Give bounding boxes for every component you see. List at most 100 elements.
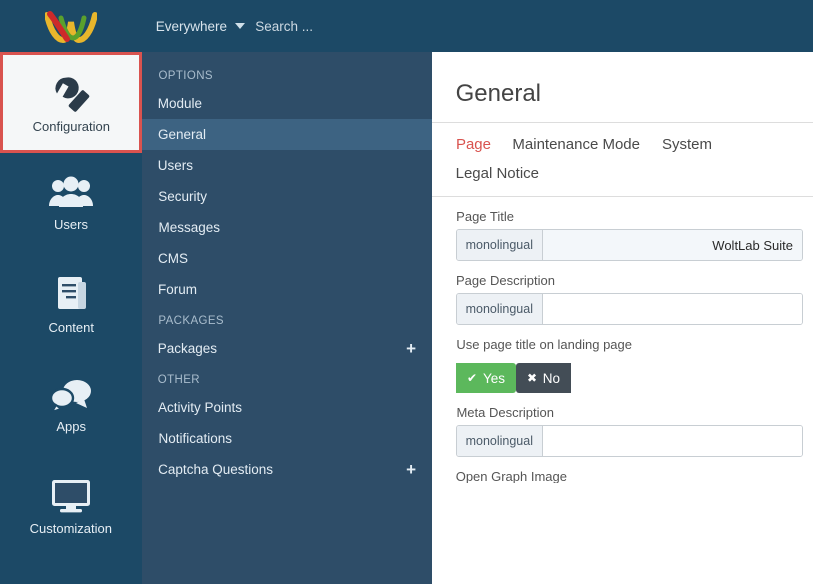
field-page-description-addon-text: monolingual <box>466 302 534 316</box>
page-title-text: General <box>456 80 542 107</box>
subnav-header-other: OTHER <box>142 364 432 392</box>
screenshot-root: Search ... Everywhere Configuration User… <box>0 0 813 584</box>
rail-item-users[interactable]: Users <box>0 153 142 254</box>
rail-item-customization[interactable]: Customization <box>0 456 142 557</box>
woltlab-logo-icon <box>45 11 97 43</box>
subnav-item-messages-label: Messages <box>158 220 220 235</box>
subnav-item-activity-points-label: Activity Points <box>158 400 243 415</box>
tab-page[interactable]: Page <box>456 131 491 160</box>
subnav-header-packages: PACKAGES <box>142 305 432 333</box>
field-page-description[interactable]: monolingual <box>456 293 803 325</box>
content-icon <box>58 276 86 309</box>
settings-form: Page Title monolingual WoltLab Suite Pag… <box>432 197 813 483</box>
subnav-header-other-label: OTHER <box>158 374 201 386</box>
subnav-item-notifications[interactable]: Notifications <box>142 423 432 454</box>
app-logo[interactable] <box>0 0 142 52</box>
users-icon <box>49 176 93 207</box>
rail-item-content[interactable]: Content <box>0 254 142 355</box>
field-meta-description[interactable]: monolingual <box>456 425 803 457</box>
secondary-nav: OPTIONS Module General Users Security Me… <box>142 52 432 584</box>
subnav-item-messages[interactable]: Messages <box>142 212 432 243</box>
field-page-title-input[interactable]: WoltLab Suite <box>543 230 802 260</box>
toggle-yes-button[interactable]: Yes ✔ <box>456 363 517 393</box>
subnav-row: Security <box>142 181 432 212</box>
tab-legal-notice[interactable]: Legal Notice <box>456 160 539 189</box>
rail-label-users: Users <box>54 216 88 232</box>
field-page-title[interactable]: monolingual WoltLab Suite <box>456 229 803 261</box>
search-input[interactable]: Search ... <box>245 0 405 52</box>
subnav-item-captcha-questions-label: Captcha Questions <box>158 462 273 477</box>
subnav-item-module[interactable]: Module <box>142 88 432 119</box>
subnav-item-users-label: Users <box>158 158 194 173</box>
field-label-use-page-title-text: Use page title on landing page <box>456 337 632 352</box>
subnav-item-cms-label: CMS <box>158 251 188 266</box>
subnav-row: Users <box>142 150 432 181</box>
subnav-item-notifications-label: Notifications <box>158 431 232 446</box>
tab-bar: System Maintenance Mode Page Legal Notic… <box>432 122 813 197</box>
subnav-row: Notifications <box>142 423 432 454</box>
rail-label-apps: Apps <box>56 418 86 434</box>
field-label-meta-description-text: Meta Description <box>456 405 554 420</box>
wrench-icon <box>55 76 90 112</box>
rail-label-configuration: Configuration <box>32 118 110 134</box>
rail-item-apps[interactable]: Apps <box>0 355 142 456</box>
subnav-item-module-label: Module <box>158 96 203 111</box>
field-page-title-value: WoltLab Suite <box>712 237 793 253</box>
chevron-down-icon <box>235 23 246 29</box>
subnav-item-security-label: Security <box>158 189 207 204</box>
content-panel: General System Maintenance Mode Page Leg… <box>432 52 813 584</box>
field-label-open-graph-image: Open Graph Image <box>456 457 803 483</box>
main-nav-rail: Configuration Users Content Apps Customi… <box>0 52 142 584</box>
subnav-header-packages-label: PACKAGES <box>158 315 224 327</box>
subnav-item-general-label: General <box>158 127 207 142</box>
field-page-description-addon[interactable]: monolingual <box>457 294 544 324</box>
subnav-item-captcha-questions[interactable]: + Captcha Questions <box>142 454 432 485</box>
subnav-item-packages[interactable]: + Packages <box>142 333 432 364</box>
search-placeholder-text: Search ... <box>255 18 314 34</box>
field-label-use-page-title: Use page title on landing page <box>456 325 803 357</box>
subnav-item-users[interactable]: Users <box>142 150 432 181</box>
field-meta-description-input[interactable] <box>543 426 802 456</box>
rail-item-configuration[interactable]: Configuration <box>0 52 142 153</box>
subnav-item-forum-label: Forum <box>158 282 198 297</box>
field-page-title-addon[interactable]: monolingual <box>457 230 544 260</box>
toggle-no-label: No <box>543 370 561 386</box>
subnav-item-forum[interactable]: Forum <box>142 274 432 305</box>
field-label-page-description: Page Description <box>456 261 803 293</box>
subnav-item-packages-label: Packages <box>158 341 218 356</box>
top-bar-left-fill <box>571 0 813 52</box>
field-label-open-graph-image-text: Open Graph Image <box>456 469 568 483</box>
field-label-meta-description: Meta Description <box>456 393 803 425</box>
field-meta-description-addon[interactable]: monolingual <box>457 426 544 456</box>
subnav-row: + Packages <box>142 333 432 364</box>
expand-plus-icon[interactable]: + <box>406 339 416 359</box>
close-icon: ✖ <box>527 371 538 385</box>
search-scope-label: Everywhere <box>156 18 228 34</box>
check-icon: ✔ <box>467 371 478 385</box>
subnav-row: Forum <box>142 274 432 305</box>
field-meta-description-addon-text: monolingual <box>466 434 534 448</box>
top-bar: Search ... Everywhere <box>0 0 813 52</box>
subnav-item-general[interactable]: General <box>142 119 432 150</box>
subnav-row: Module <box>142 88 432 119</box>
monitor-icon <box>52 479 90 512</box>
subnav-row: + Captcha Questions <box>142 454 432 485</box>
rail-label-customization: Customization <box>29 520 113 536</box>
field-label-page-description-text: Page Description <box>456 273 555 288</box>
field-page-description-input[interactable] <box>543 294 802 324</box>
field-label-page-title-text: Page Title <box>456 209 514 224</box>
chat-bubbles-icon <box>50 379 91 412</box>
search-scope-dropdown[interactable]: Everywhere <box>142 0 246 52</box>
subnav-item-cms[interactable]: CMS <box>142 243 432 274</box>
page-title: General <box>432 52 813 122</box>
field-use-page-title-toggle: Yes ✔ No ✖ <box>456 357 803 393</box>
tab-maintenance-mode[interactable]: Maintenance Mode <box>513 131 641 160</box>
subnav-row: Messages <box>142 212 432 243</box>
rail-label-content: Content <box>48 319 94 335</box>
expand-plus-icon[interactable]: + <box>406 460 416 480</box>
subnav-header-options-label: OPTIONS <box>158 70 213 82</box>
subnav-item-security[interactable]: Security <box>142 181 432 212</box>
tab-system[interactable]: System <box>662 131 712 160</box>
toggle-no-button[interactable]: No ✖ <box>516 363 572 393</box>
subnav-item-activity-points[interactable]: Activity Points <box>142 392 432 423</box>
